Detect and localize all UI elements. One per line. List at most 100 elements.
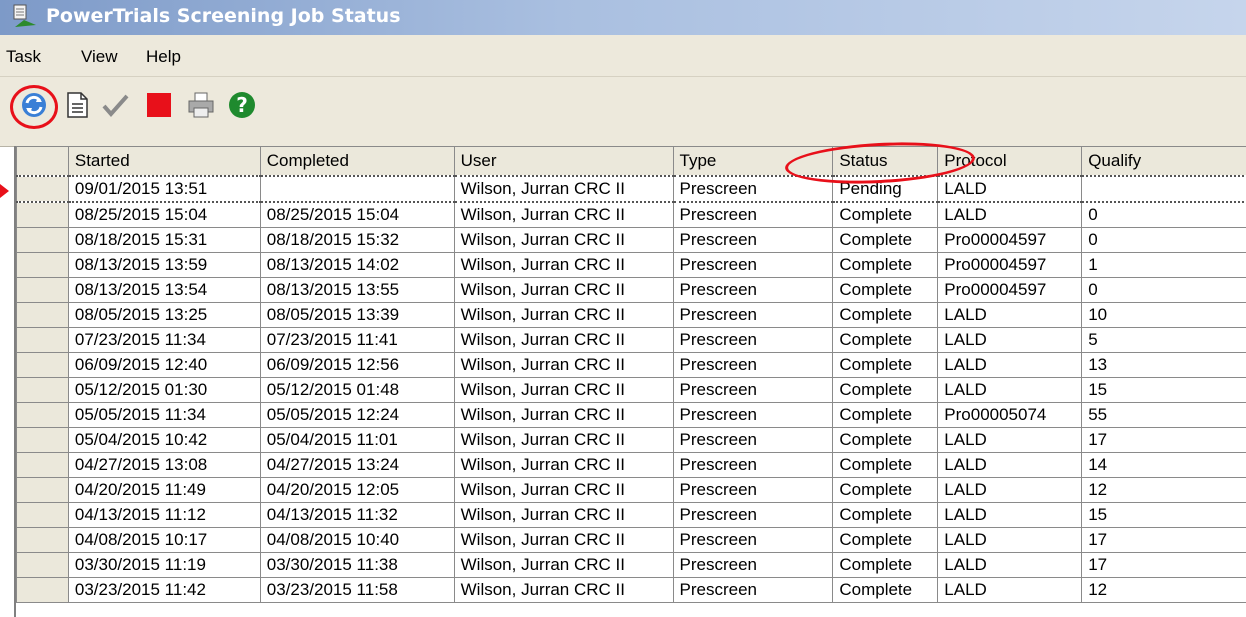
cell-protocol[interactable]: Pro00004597 xyxy=(937,227,1083,253)
cell-completed[interactable]: 05/04/2015 11:01 xyxy=(259,427,455,453)
cell-completed[interactable]: 05/05/2015 12:24 xyxy=(259,402,455,428)
cell-type[interactable]: Prescreen xyxy=(672,201,834,228)
menu-view[interactable]: View xyxy=(81,47,118,67)
cell-started[interactable]: 04/08/2015 10:17 xyxy=(67,527,261,553)
cell-protocol[interactable]: LALD xyxy=(937,327,1083,353)
table-row[interactable]: 07/23/2015 11:34 07/23/2015 11:41 Wilson, … xyxy=(16,327,1246,353)
cell-user[interactable]: Wilson, Jurran CRC II xyxy=(453,302,674,328)
table-row[interactable]: 04/13/2015 11:12 04/13/2015 11:32 Wilson, … xyxy=(16,502,1246,528)
cell-status[interactable]: Complete xyxy=(832,302,939,328)
table-row[interactable]: 06/09/2015 12:40 06/09/2015 12:56 Wilson, … xyxy=(16,352,1246,378)
cell-protocol[interactable]: LALD xyxy=(937,302,1083,328)
table-row[interactable]: 03/30/2015 11:19 03/30/2015 11:38 Wilson, … xyxy=(16,552,1246,578)
cell-user[interactable]: Wilson, Jurran CRC II xyxy=(453,175,674,203)
cell-status[interactable]: Complete xyxy=(832,577,939,603)
table-row[interactable]: 03/23/2015 11:42 03/23/2015 11:58 Wilson, … xyxy=(16,577,1246,603)
cell-completed[interactable]: 03/23/2015 11:58 xyxy=(259,577,455,603)
row-header[interactable] xyxy=(16,327,69,353)
cell-protocol[interactable]: LALD xyxy=(937,352,1083,378)
column-header-completed[interactable]: Completed xyxy=(259,146,455,177)
cell-status[interactable]: Complete xyxy=(832,252,939,278)
cell-status[interactable]: Complete xyxy=(832,377,939,403)
table-row[interactable]: 04/20/2015 11:49 04/20/2015 12:05 Wilson, … xyxy=(16,477,1246,503)
table-row[interactable]: 08/05/2015 13:25 08/05/2015 13:39 Wilson, … xyxy=(16,302,1246,328)
cell-completed[interactable]: 04/08/2015 10:40 xyxy=(259,527,455,553)
cell-started[interactable]: 03/23/2015 11:42 xyxy=(67,577,261,603)
cell-started[interactable]: 08/13/2015 13:59 xyxy=(67,252,261,278)
cell-user[interactable]: Wilson, Jurran CRC II xyxy=(453,427,674,453)
cell-protocol[interactable]: Pro00004597 xyxy=(937,252,1083,278)
cell-protocol[interactable]: LALD xyxy=(937,175,1083,203)
row-header[interactable] xyxy=(16,277,69,303)
cell-type[interactable]: Prescreen xyxy=(672,377,834,403)
cell-user[interactable]: Wilson, Jurran CRC II xyxy=(453,577,674,603)
row-header[interactable] xyxy=(16,527,69,553)
cell-started[interactable]: 05/05/2015 11:34 xyxy=(67,402,261,428)
table-row[interactable]: 05/12/2015 01:30 05/12/2015 01:48 Wilson, … xyxy=(16,377,1246,403)
cell-qualify[interactable]: 15 xyxy=(1081,502,1246,528)
cell-qualify[interactable]: 13 xyxy=(1081,352,1246,378)
cell-qualify[interactable]: 17 xyxy=(1081,427,1246,453)
row-header[interactable] xyxy=(16,175,69,203)
cell-qualify[interactable]: 15 xyxy=(1081,377,1246,403)
cell-status[interactable]: Complete xyxy=(832,427,939,453)
cell-type[interactable]: Prescreen xyxy=(672,227,834,253)
row-header[interactable] xyxy=(16,552,69,578)
cell-protocol[interactable]: LALD xyxy=(937,377,1083,403)
cell-completed[interactable]: 06/09/2015 12:56 xyxy=(259,352,455,378)
cell-started[interactable]: 08/18/2015 15:31 xyxy=(67,227,261,253)
row-header[interactable] xyxy=(16,427,69,453)
cell-started[interactable]: 07/23/2015 11:34 xyxy=(67,327,261,353)
cell-type[interactable]: Prescreen xyxy=(672,352,834,378)
row-header[interactable] xyxy=(16,577,69,603)
cell-type[interactable]: Prescreen xyxy=(672,327,834,353)
cell-qualify[interactable]: 17 xyxy=(1081,527,1246,553)
cell-status[interactable]: Complete xyxy=(832,277,939,303)
cell-status[interactable]: Complete xyxy=(832,552,939,578)
cell-user[interactable]: Wilson, Jurran CRC II xyxy=(453,327,674,353)
cell-qualify[interactable]: 55 xyxy=(1081,402,1246,428)
cell-protocol[interactable]: LALD xyxy=(937,552,1083,578)
cell-user[interactable]: Wilson, Jurran CRC II xyxy=(453,277,674,303)
cell-started[interactable]: 04/20/2015 11:49 xyxy=(67,477,261,503)
table-row[interactable]: 08/13/2015 13:54 08/13/2015 13:55 Wilson, … xyxy=(16,277,1246,303)
cell-status[interactable]: Complete xyxy=(832,477,939,503)
table-row[interactable]: 05/05/2015 11:34 05/05/2015 12:24 Wilson, … xyxy=(16,402,1246,428)
table-row[interactable]: 04/08/2015 10:17 04/08/2015 10:40 Wilson, … xyxy=(16,527,1246,553)
row-header[interactable] xyxy=(16,302,69,328)
row-header[interactable] xyxy=(16,377,69,403)
cell-qualify[interactable]: 12 xyxy=(1081,477,1246,503)
cell-status[interactable]: Complete xyxy=(832,327,939,353)
cell-status[interactable]: Complete xyxy=(832,402,939,428)
cell-type[interactable]: Prescreen xyxy=(672,252,834,278)
cell-user[interactable]: Wilson, Jurran CRC II xyxy=(453,252,674,278)
cell-user[interactable]: Wilson, Jurran CRC II xyxy=(453,452,674,478)
stop-icon[interactable] xyxy=(144,90,174,120)
menu-help[interactable]: Help xyxy=(146,47,181,67)
cell-protocol[interactable]: LALD xyxy=(937,527,1083,553)
cell-completed[interactable]: 05/12/2015 01:48 xyxy=(259,377,455,403)
column-header-started[interactable]: Started xyxy=(67,146,261,177)
row-header[interactable] xyxy=(16,227,69,253)
column-header-qualify[interactable]: Qualify xyxy=(1081,146,1246,177)
cell-type[interactable]: Prescreen xyxy=(672,552,834,578)
cell-status[interactable]: Complete xyxy=(832,201,939,228)
cell-started[interactable]: 09/01/2015 13:51 xyxy=(67,175,261,203)
cell-completed[interactable]: 08/13/2015 13:55 xyxy=(259,277,455,303)
cell-protocol[interactable]: LALD xyxy=(937,577,1083,603)
cell-status[interactable]: Complete xyxy=(832,502,939,528)
cell-qualify[interactable]: 5 xyxy=(1081,327,1246,353)
cell-qualify[interactable]: 1 xyxy=(1081,252,1246,278)
cell-completed[interactable] xyxy=(259,175,455,203)
table-row[interactable]: 08/18/2015 15:31 08/18/2015 15:32 Wilson, … xyxy=(16,227,1246,253)
cell-completed[interactable]: 04/13/2015 11:32 xyxy=(259,502,455,528)
table-row[interactable]: 05/04/2015 10:42 05/04/2015 11:01 Wilson, … xyxy=(16,427,1246,453)
cell-status[interactable]: Complete xyxy=(832,352,939,378)
cell-started[interactable]: 04/27/2015 13:08 xyxy=(67,452,261,478)
cell-protocol[interactable]: LALD xyxy=(937,201,1083,228)
cell-qualify[interactable]: 0 xyxy=(1081,201,1246,228)
cell-user[interactable]: Wilson, Jurran CRC II xyxy=(453,552,674,578)
cell-type[interactable]: Prescreen xyxy=(672,452,834,478)
row-header[interactable] xyxy=(16,402,69,428)
cell-completed[interactable]: 08/05/2015 13:39 xyxy=(259,302,455,328)
